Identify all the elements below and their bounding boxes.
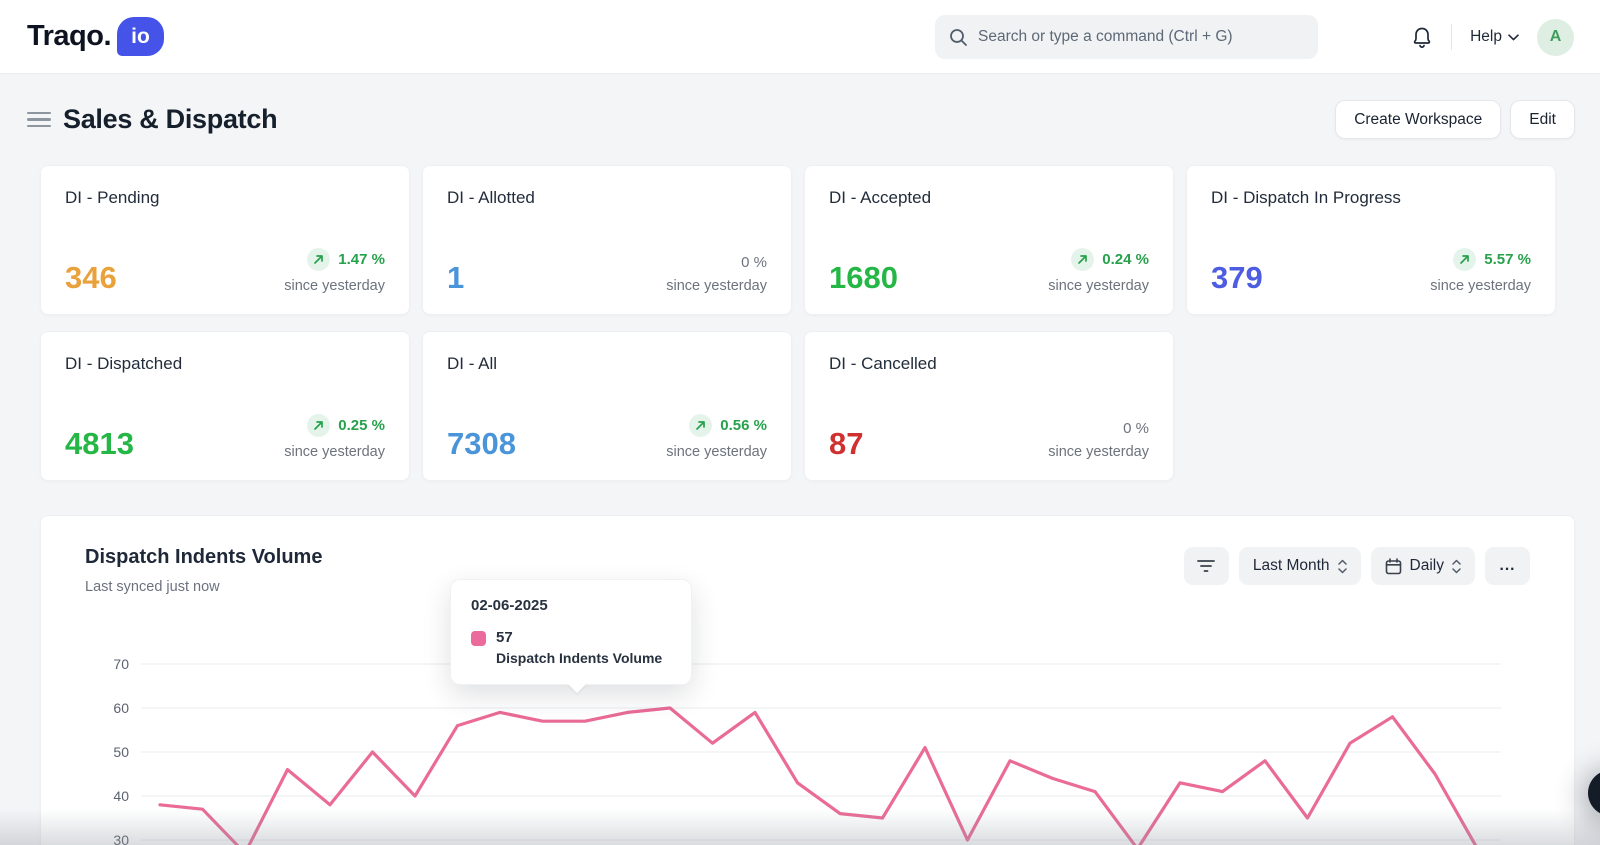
kpi-subtext: since yesterday: [666, 278, 767, 294]
kpi-value: 7308: [447, 426, 516, 461]
kpi-change: 0 %: [1048, 420, 1149, 437]
svg-text:70: 70: [113, 656, 129, 672]
kpi-card[interactable]: DI - Cancelled 87 0 % since yesterday: [804, 331, 1174, 481]
chart-card: Dispatch Indents Volume Last synced just…: [40, 515, 1575, 845]
help-label: Help: [1470, 28, 1502, 45]
kpi-title: DI - Dispatch In Progress: [1211, 188, 1401, 207]
top-bar: Traqo. io Search or type a command (Ctrl…: [0, 0, 1600, 74]
trend-up-icon: [307, 248, 331, 271]
trend-up-icon: [1071, 248, 1095, 271]
series-swatch: [471, 631, 486, 646]
kpi-title: DI - Allotted: [447, 188, 535, 207]
kpi-title: DI - Cancelled: [829, 354, 937, 373]
logo-text: Traqo.: [27, 20, 112, 52]
menu-icon[interactable]: [27, 111, 51, 128]
kpi-change-value: 1.47 %: [338, 251, 385, 268]
notifications-bell-icon[interactable]: [1411, 26, 1433, 49]
kpi-value: 1: [447, 260, 465, 295]
tooltip-date: 02-06-2025: [471, 597, 548, 614]
edit-button[interactable]: Edit: [1510, 100, 1575, 139]
kpi-value: 1680: [829, 260, 898, 295]
topbar-divider: [1451, 24, 1453, 50]
kpi-change: 0.25 %: [284, 414, 385, 437]
kpi-change-value: 0.25 %: [338, 417, 385, 434]
page-header: Sales & Dispatch Create Workspace Edit: [0, 74, 1600, 161]
chat-widget-button[interactable]: [1588, 770, 1600, 816]
kpi-value: 346: [65, 260, 117, 295]
kpi-change: 1.47 %: [284, 248, 385, 271]
kpi-title: DI - Dispatched: [65, 354, 183, 373]
kpi-title: DI - Accepted: [829, 188, 932, 207]
kpi-card[interactable]: DI - Accepted 1680 0.24 % since yesterda…: [804, 165, 1174, 315]
kpi-change: 5.57 %: [1430, 248, 1531, 271]
tooltip-series-label: Dispatch Indents Volume: [496, 650, 663, 666]
trend-up-icon: [1453, 248, 1477, 271]
search-placeholder: Search or type a command (Ctrl + G): [978, 28, 1233, 45]
svg-text:50: 50: [113, 744, 129, 760]
svg-text:60: 60: [113, 700, 129, 716]
tooltip-value: 57: [496, 629, 513, 646]
kpi-subtext: since yesterday: [666, 444, 767, 460]
kpi-change: 0 %: [666, 254, 767, 271]
kpi-change-value: 0 %: [1123, 420, 1149, 437]
kpi-subtext: since yesterday: [1048, 278, 1149, 294]
help-menu[interactable]: Help: [1470, 28, 1519, 46]
kpi-change-value: 5.57 %: [1484, 251, 1531, 268]
kpi-change: 0.24 %: [1048, 248, 1149, 271]
kpi-title: DI - All: [447, 354, 498, 373]
kpi-card[interactable]: DI - Pending 346 1.47 % since yesterday: [40, 165, 410, 315]
kpi-grid: DI - Pending 346 1.47 % since yesterday …: [40, 165, 1556, 481]
kpi-card[interactable]: DI - Allotted 1 0 % since yesterday: [422, 165, 792, 315]
kpi-value: 87: [829, 426, 864, 461]
app-logo[interactable]: Traqo. io: [27, 17, 165, 56]
kpi-subtext: since yesterday: [1430, 278, 1531, 294]
trend-up-icon: [689, 414, 713, 437]
kpi-subtext: since yesterday: [1048, 444, 1149, 460]
svg-text:30: 30: [113, 832, 129, 845]
kpi-card[interactable]: DI - Dispatched 4813 0.25 % since yester…: [40, 331, 410, 481]
line-chart: 70 60 50 40 30: [113, 656, 1501, 845]
kpi-value: 4813: [65, 426, 134, 461]
search-icon: [949, 28, 968, 47]
svg-text:40: 40: [113, 788, 129, 804]
trend-up-icon: [307, 414, 331, 437]
kpi-card[interactable]: DI - All 7308 0.56 % since yesterday: [422, 331, 792, 481]
avatar-initial: A: [1549, 28, 1562, 45]
kpi-change-value: 0.24 %: [1102, 251, 1149, 268]
tooltip-pointer: [567, 683, 587, 693]
kpi-change-value: 0.56 %: [720, 417, 767, 434]
kpi-value: 379: [1211, 260, 1263, 295]
search-input[interactable]: Search or type a command (Ctrl + G): [935, 15, 1318, 59]
chevron-down-icon: [1508, 33, 1519, 40]
kpi-subtext: since yesterday: [284, 444, 385, 460]
create-workspace-button[interactable]: Create Workspace: [1335, 100, 1502, 139]
chart-tooltip: 02-06-2025 57 Dispatch Indents Volume: [450, 579, 692, 693]
logo-badge: io: [117, 17, 165, 56]
avatar[interactable]: A: [1537, 18, 1574, 56]
kpi-card[interactable]: DI - Dispatch In Progress 379 5.57 % sin…: [1186, 165, 1556, 315]
kpi-subtext: since yesterday: [284, 278, 385, 294]
kpi-change-value: 0 %: [741, 254, 767, 271]
kpi-title: DI - Pending: [65, 188, 160, 207]
kpi-change: 0.56 %: [666, 414, 767, 437]
page-title: Sales & Dispatch: [63, 104, 278, 134]
